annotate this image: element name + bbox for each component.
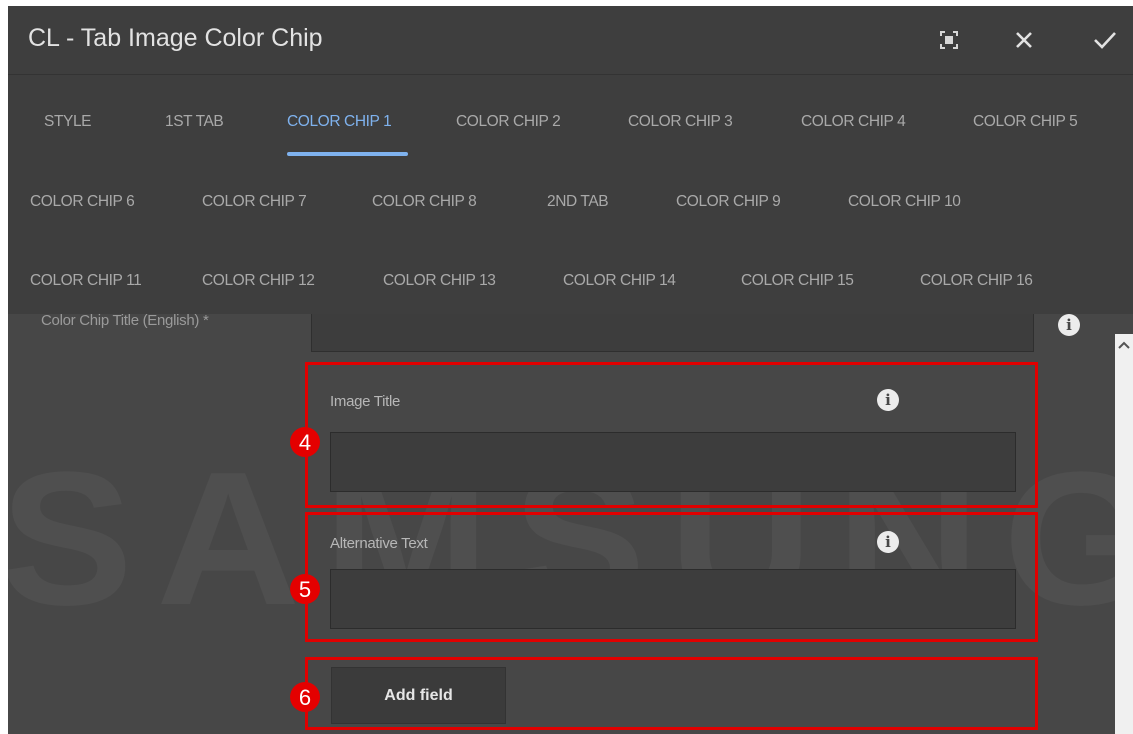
tab-color-chip-6[interactable]: COLOR CHIP 6 (30, 193, 135, 211)
info-icon[interactable]: i (877, 531, 899, 553)
scrollbar[interactable] (1115, 334, 1133, 734)
chevron-up-icon[interactable] (1117, 338, 1131, 352)
tab-color-chip-10[interactable]: COLOR CHIP 10 (848, 193, 961, 211)
image-title-group: Image Title i (305, 362, 1038, 508)
close-icon (1016, 32, 1032, 48)
tab-color-chip-16[interactable]: COLOR CHIP 16 (920, 272, 1033, 290)
alternative-text-input[interactable] (330, 569, 1016, 629)
step-badge-5: 5 (290, 574, 320, 604)
color-chip-title-input[interactable] (311, 314, 1034, 352)
step-badge-6: 6 (290, 682, 320, 712)
tab-style[interactable]: STYLE (44, 113, 92, 131)
tab-color-chip-13[interactable]: COLOR CHIP 13 (383, 272, 496, 290)
tab-color-chip-7[interactable]: COLOR CHIP 7 (202, 193, 307, 211)
dialog: CL - Tab Image Color Chip STYLE 1ST TAB … (8, 6, 1133, 734)
add-field-button[interactable]: Add field (331, 667, 506, 724)
tab-color-chip-4[interactable]: COLOR CHIP 4 (801, 113, 906, 131)
color-chip-title-label: Color Chip Title (English) * (41, 314, 209, 329)
info-icon[interactable]: i (1058, 314, 1080, 336)
alternative-text-group: Alternative Text i (305, 512, 1038, 642)
close-button[interactable] (1004, 20, 1044, 60)
dialog-header: CL - Tab Image Color Chip (8, 6, 1133, 75)
dialog-title: CL - Tab Image Color Chip (28, 24, 323, 52)
tab-color-chip-8[interactable]: COLOR CHIP 8 (372, 193, 477, 211)
tab-bar: STYLE 1ST TAB COLOR CHIP 1 COLOR CHIP 2 … (8, 75, 1133, 314)
confirm-button[interactable] (1085, 20, 1125, 60)
image-title-label: Image Title (330, 393, 401, 410)
tab-color-chip-1[interactable]: COLOR CHIP 1 (287, 113, 392, 131)
alternative-text-label: Alternative Text (330, 535, 428, 552)
active-tab-indicator (287, 152, 408, 156)
fullscreen-icon (940, 31, 958, 49)
tab-color-chip-9[interactable]: COLOR CHIP 9 (676, 193, 781, 211)
tab-color-chip-2[interactable]: COLOR CHIP 2 (456, 113, 561, 131)
tab-2nd-tab[interactable]: 2ND TAB (547, 193, 609, 211)
info-icon[interactable]: i (877, 389, 899, 411)
tab-color-chip-14[interactable]: COLOR CHIP 14 (563, 272, 676, 290)
tab-color-chip-5[interactable]: COLOR CHIP 5 (973, 113, 1078, 131)
form-content: SAMSUNG Color Chip Title (English) * i I… (8, 314, 1133, 734)
tab-color-chip-11[interactable]: COLOR CHIP 11 (30, 272, 142, 290)
tab-1st-tab[interactable]: 1ST TAB (165, 113, 224, 131)
checkmark-icon (1094, 32, 1116, 49)
tab-color-chip-15[interactable]: COLOR CHIP 15 (741, 272, 854, 290)
step-badge-4: 4 (290, 427, 320, 457)
image-title-input[interactable] (330, 432, 1016, 492)
fullscreen-button[interactable] (929, 20, 969, 60)
tab-color-chip-3[interactable]: COLOR CHIP 3 (628, 113, 733, 131)
tab-color-chip-12[interactable]: COLOR CHIP 12 (202, 272, 315, 290)
